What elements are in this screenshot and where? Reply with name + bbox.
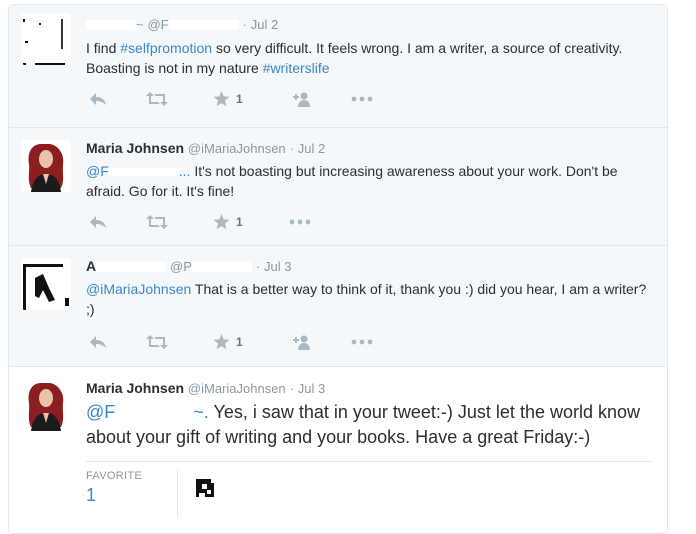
tweet-header: ~ @F · Jul 2 bbox=[86, 16, 278, 32]
favorite-button[interactable]: 1 bbox=[213, 91, 243, 107]
conversation-thread: ~ @F · Jul 2 I find #selfpromotion so ve… bbox=[8, 4, 668, 534]
more-icon bbox=[351, 339, 373, 345]
separator: · bbox=[289, 141, 294, 156]
hashtag-link[interactable]: #writerslife bbox=[263, 60, 330, 76]
fullname[interactable]: Maria Johnsen bbox=[86, 380, 184, 396]
more-button[interactable] bbox=[351, 334, 373, 350]
follow-button[interactable] bbox=[289, 91, 311, 107]
separator: · bbox=[242, 17, 247, 32]
mention-fragment: ... bbox=[178, 163, 191, 179]
reply-button[interactable] bbox=[89, 91, 107, 107]
redacted-username bbox=[168, 20, 239, 31]
tweet-stats: FAVORITE 1 bbox=[86, 461, 653, 518]
tweet-header: Maria Johnsen @iMariaJohnsen · Jul 2 bbox=[86, 140, 325, 156]
reply-icon bbox=[90, 216, 106, 228]
retweet-button[interactable] bbox=[146, 91, 168, 107]
mention-link[interactable]: @F bbox=[86, 163, 109, 179]
username[interactable]: @iMariaJohnsen bbox=[188, 381, 286, 396]
tweet[interactable]: A @P · Jul 3 @iMariaJohnsen That is a be… bbox=[9, 246, 667, 367]
timestamp[interactable]: Jul 2 bbox=[298, 141, 325, 156]
favoriter-avatar[interactable] bbox=[193, 475, 217, 499]
stat-value: 1 bbox=[86, 485, 97, 505]
tweet-text: @F... It's not boasting but increasing a… bbox=[86, 163, 618, 199]
retweet-button[interactable] bbox=[146, 334, 168, 350]
tweet-header: A @P · Jul 3 bbox=[86, 258, 291, 274]
separator: · bbox=[255, 259, 261, 274]
focused-tweet[interactable]: Maria Johnsen @iMariaJohnsen · Jul 3 @F ~… bbox=[9, 367, 667, 533]
timestamp[interactable]: Jul 2 bbox=[251, 17, 278, 32]
favorite-button[interactable]: 1 bbox=[213, 334, 243, 350]
tweet-text: I find #selfpromotion so very difficult.… bbox=[86, 40, 623, 76]
reply-icon bbox=[90, 336, 106, 348]
avatar[interactable] bbox=[21, 140, 71, 192]
redacted-fullname bbox=[96, 262, 167, 273]
mention-fragment: ~. bbox=[193, 402, 209, 422]
retweet-icon bbox=[146, 92, 168, 106]
reply-button[interactable] bbox=[89, 214, 107, 230]
fullname[interactable]: A bbox=[86, 258, 96, 274]
favorite-count: 1 bbox=[236, 92, 243, 106]
username[interactable]: @F bbox=[147, 17, 168, 32]
username[interactable]: @iMariaJohnsen bbox=[188, 141, 286, 156]
redacted-username bbox=[191, 262, 252, 273]
username[interactable]: @P bbox=[170, 259, 192, 274]
tweet[interactable]: ~ @F · Jul 2 I find #selfpromotion so ve… bbox=[9, 5, 667, 128]
favorite-count: 1 bbox=[236, 335, 243, 349]
more-icon bbox=[351, 96, 373, 102]
fullname[interactable]: Maria Johnsen bbox=[86, 140, 184, 156]
avatar[interactable] bbox=[21, 13, 71, 65]
favorites-stat[interactable]: FAVORITE 1 bbox=[86, 470, 178, 518]
reply-button[interactable] bbox=[89, 334, 107, 350]
retweet-icon bbox=[146, 215, 168, 229]
more-button[interactable] bbox=[289, 214, 311, 230]
avatar[interactable] bbox=[21, 258, 71, 310]
timestamp[interactable]: Jul 3 bbox=[298, 381, 325, 396]
favorite-button[interactable]: 1 bbox=[213, 214, 243, 230]
timestamp[interactable]: Jul 3 bbox=[264, 259, 291, 274]
follow-icon bbox=[293, 92, 310, 107]
mention-link[interactable]: @F bbox=[86, 402, 115, 422]
avatar[interactable] bbox=[21, 379, 71, 431]
favorite-icon bbox=[213, 334, 230, 350]
follow-icon bbox=[293, 335, 310, 350]
tweet-header: Maria Johnsen @iMariaJohnsen · Jul 3 bbox=[86, 380, 325, 396]
more-button[interactable] bbox=[351, 91, 373, 107]
redacted-fullname bbox=[86, 20, 136, 31]
stat-label: FAVORITE bbox=[86, 470, 142, 482]
reply-icon bbox=[90, 93, 106, 105]
follow-button[interactable] bbox=[289, 334, 311, 350]
favorite-icon bbox=[213, 214, 230, 230]
retweet-button[interactable] bbox=[146, 214, 168, 230]
favorite-icon bbox=[213, 91, 230, 107]
hashtag-link[interactable]: #selfpromotion bbox=[120, 40, 212, 56]
redacted-mention bbox=[115, 407, 194, 420]
redacted-mention bbox=[108, 168, 179, 177]
tweet[interactable]: Maria Johnsen @iMariaJohnsen · Jul 2 @F.… bbox=[9, 128, 667, 246]
more-icon bbox=[289, 219, 311, 225]
tweet-text: @iMariaJohnsen That is a better way to t… bbox=[86, 281, 647, 317]
tweet-text: @F ~. Yes, i saw that in your tweet:-) Ju… bbox=[86, 402, 640, 447]
favorite-count: 1 bbox=[236, 215, 243, 229]
retweet-icon bbox=[146, 335, 168, 349]
separator: · bbox=[289, 381, 294, 396]
name-fragment: ~ bbox=[136, 17, 144, 32]
mention-link[interactable]: @iMariaJohnsen bbox=[86, 281, 191, 297]
